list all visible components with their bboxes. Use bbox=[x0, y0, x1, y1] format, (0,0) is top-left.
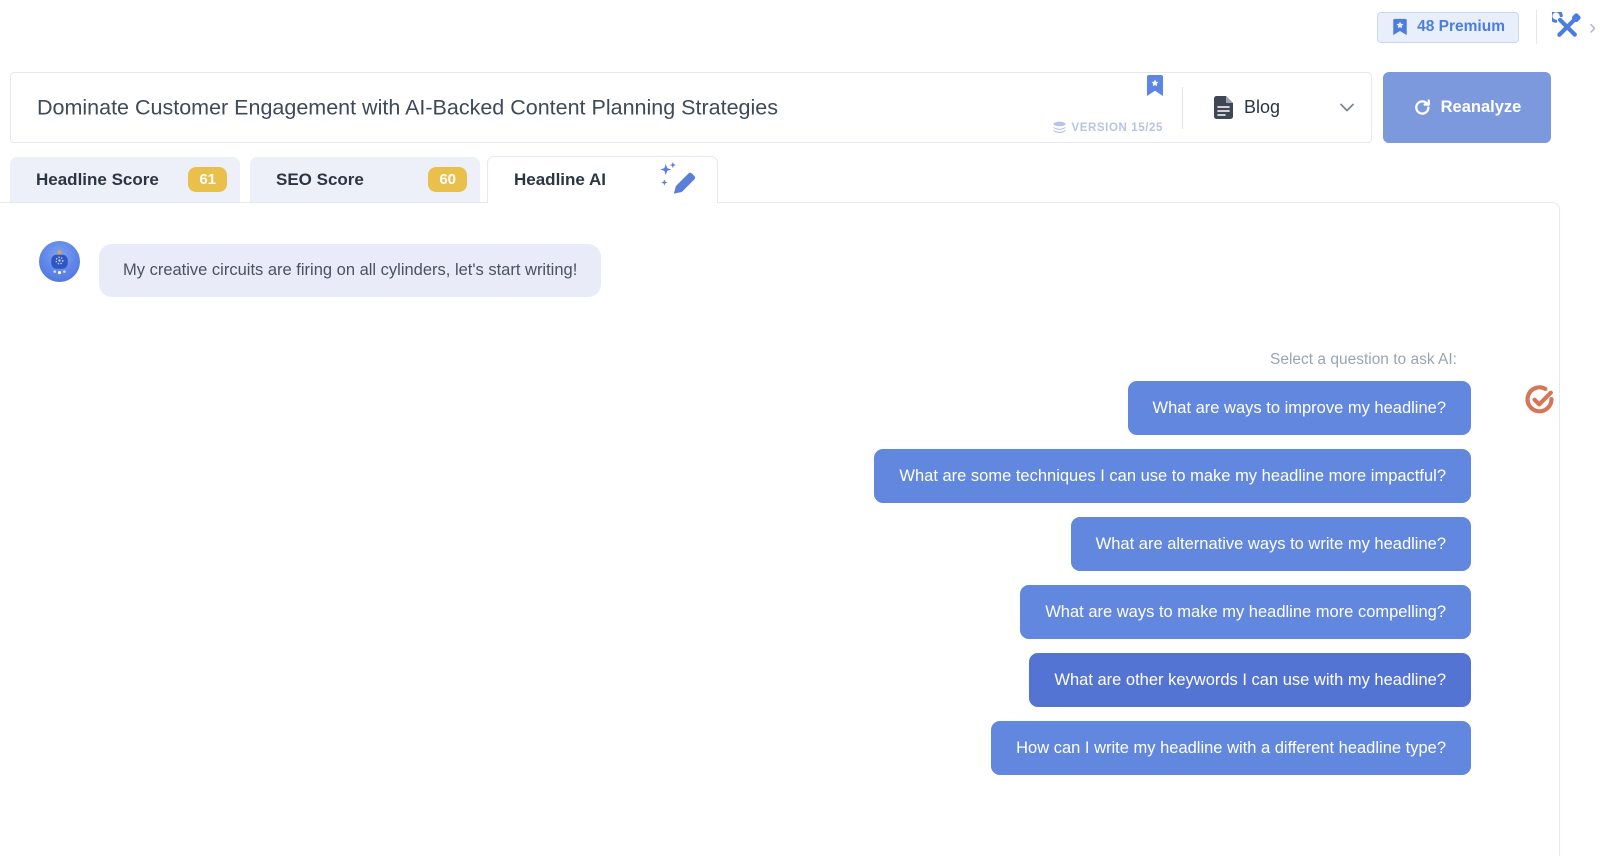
tools-icon[interactable] bbox=[1552, 12, 1582, 42]
robot-avatar bbox=[39, 241, 80, 282]
ai-questions-panel: Select a question to ask AI: What are wa… bbox=[874, 351, 1471, 775]
seo-score-badge: 60 bbox=[428, 167, 467, 192]
select-question-label: Select a question to ask AI: bbox=[1270, 351, 1457, 368]
bookmark-icon[interactable] bbox=[1147, 75, 1163, 101]
headline-input-card: Dominate Customer Engagement with AI-Bac… bbox=[10, 72, 1372, 143]
tab-label: Headline Score bbox=[36, 169, 159, 189]
headline-ai-panel: My creative circuits are firing on all c… bbox=[0, 202, 1560, 856]
headline-score-badge: 61 bbox=[188, 167, 227, 192]
premium-badge[interactable]: 48 Premium bbox=[1377, 11, 1519, 43]
reanalyze-label: Reanalyze bbox=[1440, 98, 1522, 116]
ai-question-button[interactable]: What are ways to make my headline more c… bbox=[1020, 585, 1471, 639]
ai-question-button[interactable]: What are alternative ways to write my he… bbox=[1070, 517, 1471, 571]
pencil-sparkles-icon bbox=[657, 161, 701, 200]
header-divider bbox=[1182, 87, 1183, 129]
chevron-right-icon[interactable]: › bbox=[1589, 17, 1596, 38]
ai-question-button[interactable]: What are other keywords I can use with m… bbox=[1029, 653, 1471, 707]
headline-title[interactable]: Dominate Customer Engagement with AI-Bac… bbox=[37, 95, 778, 120]
chevron-down-icon bbox=[1339, 103, 1355, 113]
refresh-icon bbox=[1414, 99, 1430, 115]
topbar-divider bbox=[1536, 10, 1537, 44]
content-type-dropdown[interactable]: Blog bbox=[1204, 73, 1355, 142]
version-label: VERSION 15/25 bbox=[1071, 121, 1163, 134]
ai-question-list: What are ways to improve my headline? Wha… bbox=[874, 381, 1471, 775]
bookmark-star-icon bbox=[1393, 18, 1407, 36]
tab-headline-score[interactable]: Headline Score 61 bbox=[10, 157, 240, 202]
bot-message-bubble: My creative circuits are firing on all c… bbox=[99, 244, 602, 297]
tab-label: Headline AI bbox=[514, 170, 606, 189]
version-indicator: VERSION 15/25 bbox=[1053, 121, 1163, 134]
check-circle-icon[interactable] bbox=[1525, 385, 1554, 414]
tab-seo-score[interactable]: SEO Score 60 bbox=[250, 157, 480, 202]
tab-label: SEO Score bbox=[276, 169, 364, 189]
ai-question-button[interactable]: What are some techniques I can use to ma… bbox=[874, 449, 1471, 503]
premium-badge-label: 48 Premium bbox=[1417, 18, 1505, 35]
tab-headline-ai[interactable]: Headline AI bbox=[487, 156, 718, 203]
content-type-value: Blog bbox=[1244, 97, 1281, 117]
ai-question-button[interactable]: What are ways to improve my headline? bbox=[1127, 381, 1471, 435]
ai-question-button[interactable]: How can I write my headline with a diffe… bbox=[991, 721, 1471, 775]
reanalyze-button[interactable]: Reanalyze bbox=[1383, 72, 1551, 143]
layers-icon bbox=[1053, 121, 1066, 133]
topbar: 48 Premium › bbox=[1377, 10, 1596, 44]
document-icon bbox=[1214, 96, 1233, 119]
